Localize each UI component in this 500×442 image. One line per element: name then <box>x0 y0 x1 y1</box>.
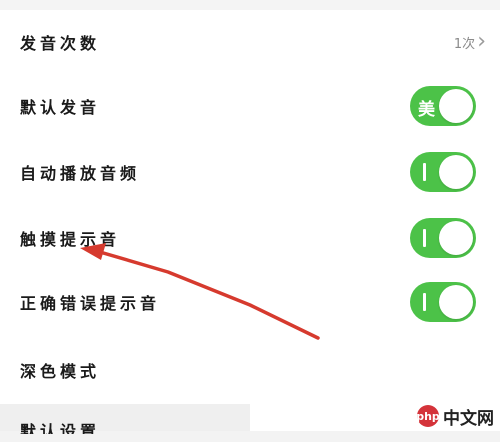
setting-row-dark-mode[interactable]: 深色模式 <box>0 338 500 402</box>
autoplay-audio-toggle[interactable] <box>410 152 476 192</box>
watermark-text: 中文网 <box>443 408 494 429</box>
setting-label: 发音次数 <box>20 34 101 53</box>
setting-value: 1次 <box>453 36 476 52</box>
toggle-knob <box>439 221 473 255</box>
touch-sound-toggle[interactable] <box>410 218 476 258</box>
toggle-on-indicator <box>423 293 426 311</box>
setting-label: 正确错误提示音 <box>20 294 161 313</box>
setting-label: 触摸提示音 <box>20 230 121 249</box>
toggle-on-indicator <box>423 163 426 181</box>
php-logo-icon: php <box>416 405 440 427</box>
setting-row-default-pronounce: 默认发音 美 <box>0 74 500 138</box>
setting-row-correct-wrong-sound: 正确错误提示音 <box>0 270 500 334</box>
chevron-right-icon: › <box>477 29 486 54</box>
toggle-knob <box>439 89 473 123</box>
setting-row-touch-sound: 触摸提示音 <box>0 206 500 270</box>
setting-row-autoplay-audio: 自动播放音频 <box>0 140 500 204</box>
top-divider <box>0 0 500 10</box>
setting-label: 默认发音 <box>20 98 101 117</box>
setting-label-partial: 默认设置 <box>20 422 101 441</box>
correct-wrong-sound-toggle[interactable] <box>410 282 476 322</box>
setting-label: 深色模式 <box>20 362 101 381</box>
watermark: php 中文网 <box>416 404 494 429</box>
toggle-knob <box>439 155 473 189</box>
toggle-knob <box>439 285 473 319</box>
default-pronounce-toggle[interactable]: 美 <box>410 86 476 126</box>
setting-label: 自动播放音频 <box>20 164 141 183</box>
toggle-on-indicator <box>423 229 426 247</box>
setting-row-pronounce-count[interactable]: 发音次数 1次 › <box>0 10 500 74</box>
toggle-text: 美 <box>418 100 435 120</box>
settings-screen: 发音次数 1次 › 默认发音 美 自动播放音频 触摸提示音 正确错误提示音 深色… <box>0 0 500 434</box>
